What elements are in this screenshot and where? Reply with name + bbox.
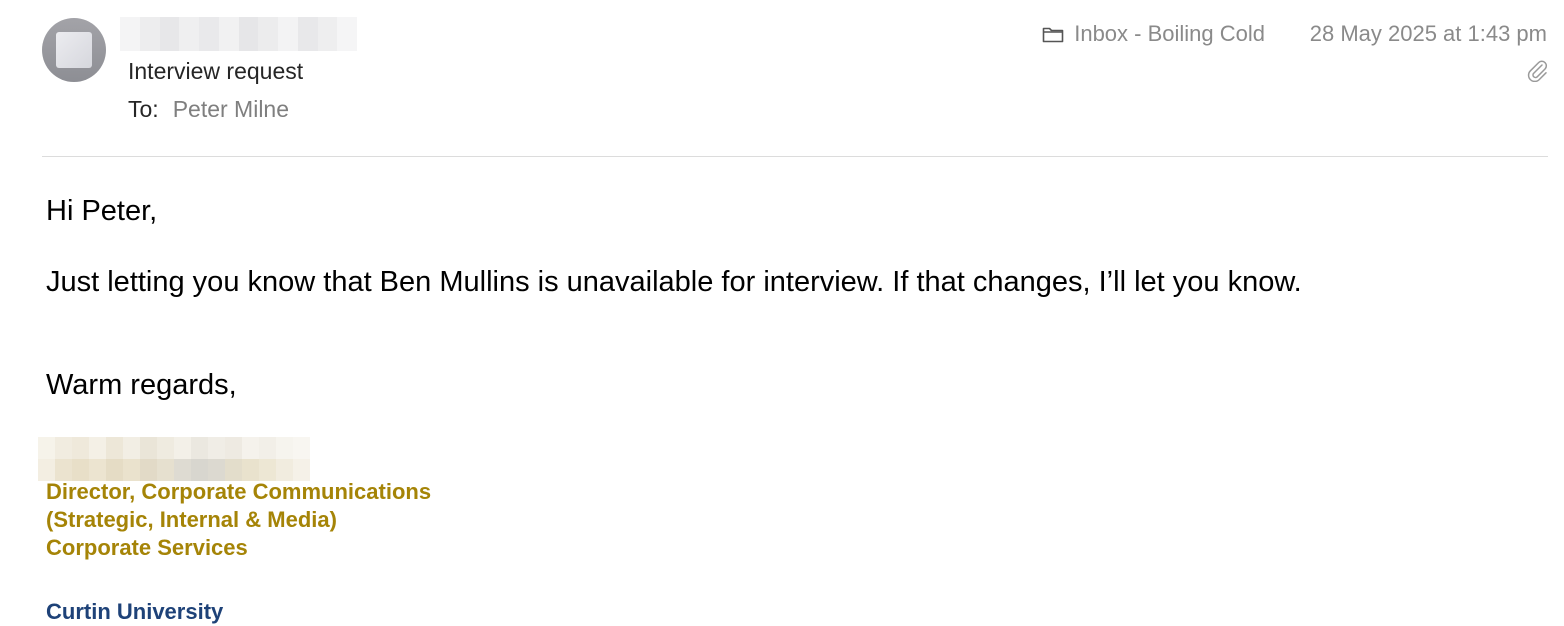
signoff: Warm regards, [46, 369, 237, 401]
message-text: Just letting you know that Ben Mullins i… [46, 266, 1302, 298]
header-divider [42, 156, 1548, 157]
signature-title: Director, Corporate Communications [46, 479, 432, 504]
folder-icon [1042, 27, 1064, 43]
signature-subtitle: (Strategic, Internal & Media) [46, 507, 337, 532]
sender-name-redacted [120, 17, 357, 51]
mailbox-name: Inbox - Boiling Cold [1074, 21, 1265, 46]
signature-department: Corporate Services [46, 535, 248, 560]
greeting: Hi Peter, [46, 195, 158, 227]
recipient-row: To: Peter Milne [128, 96, 289, 123]
sender-avatar [42, 18, 106, 82]
signature-block: Director, Corporate Communications (Stra… [46, 478, 431, 562]
mailbox-location[interactable]: Inbox - Boiling Cold [1042, 21, 1265, 47]
to-label: To: [128, 96, 159, 122]
email-subject: Interview request [128, 58, 304, 84]
paperclip-icon[interactable] [1526, 58, 1548, 87]
signature-organization: Curtin University [46, 599, 224, 624]
recipient-name[interactable]: Peter Milne [173, 96, 289, 122]
email-date: 28 May 2025 at 1:43 pm [1309, 21, 1547, 46]
signature-name-redacted [38, 437, 310, 481]
